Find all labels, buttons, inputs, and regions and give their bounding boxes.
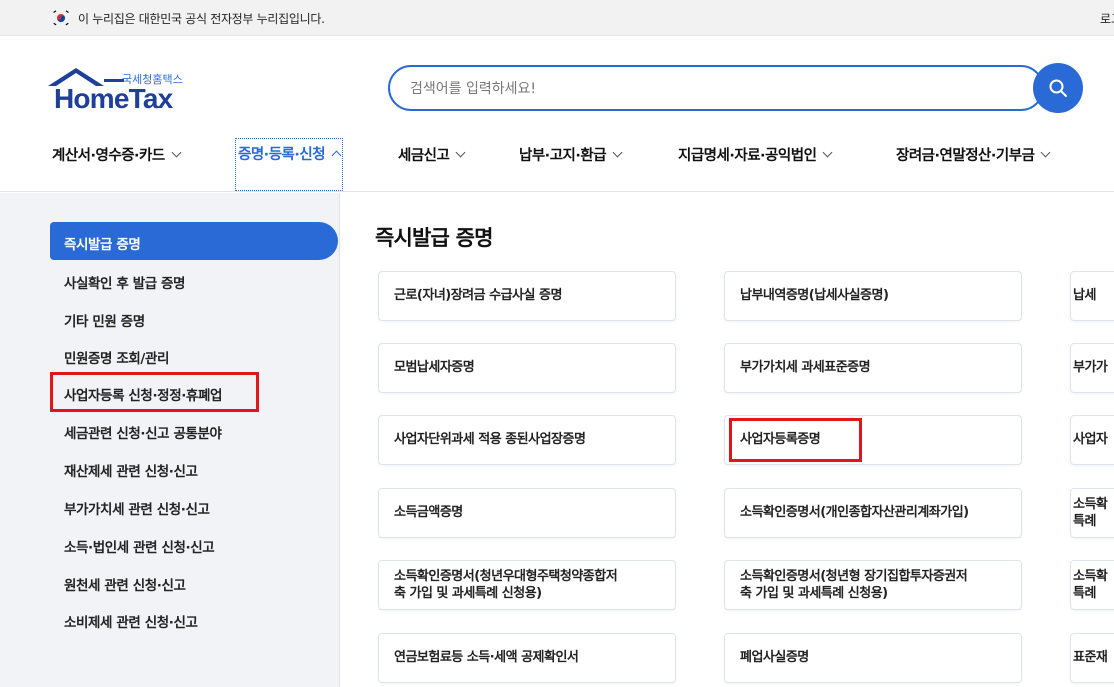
sidebar-item-vat[interactable]: 부가가치세 관련 신청·신고 — [64, 498, 210, 518]
gov-banner-text: 이 누리집은 대한민국 공식 전자정부 누리집입니다. — [78, 12, 325, 26]
sidebar-item-income-corporate[interactable]: 소득·법인세 관련 신청·신고 — [64, 536, 215, 556]
card-label: 부가가치세 과세표준증명 — [740, 360, 871, 375]
nav-payment-refund[interactable]: 납부·고지·환급 — [519, 144, 623, 165]
highlight-box — [50, 372, 259, 412]
taegukgi-flag-icon — [53, 10, 69, 26]
sidebar-item-other-civil[interactable]: 기타 민원 증명 — [64, 310, 145, 330]
sidebar-item-verified-certificate[interactable]: 사실확인 후 발급 증명 — [64, 272, 185, 292]
card-label: 납세 — [1073, 288, 1096, 303]
nav-label: 지급명세·자료·공익법인 — [678, 148, 817, 164]
chevron-down-icon — [171, 147, 182, 158]
certificate-card[interactable]: 소득확인증명서(개인종합자산관리계좌가입) — [724, 488, 1022, 538]
card-label: 사업자단위과세 적용 종된사업장증명 — [394, 432, 586, 447]
sidebar-item-consumption-tax[interactable]: 소비제세 관련 신청·신고 — [64, 611, 198, 631]
certificate-card[interactable]: 연금보험료등 소득·세액 공제확인서 — [378, 633, 676, 683]
certificate-card[interactable]: 표준재 — [1070, 633, 1114, 683]
gov-banner: 이 누리집은 대한민국 공식 전자정부 누리집입니다. 로그 — [0, 0, 1114, 36]
certificate-card[interactable]: 소득확인증명서(청년우대형주택청약종합저 축 가입 및 과세특례 신청용) — [378, 560, 676, 610]
certificate-card[interactable]: 소득확 특례 — [1070, 560, 1114, 610]
card-label: 소득확 특례 — [1073, 497, 1108, 529]
sidebar-item-civil-inquiry[interactable]: 민원증명 조회/관리 — [64, 347, 169, 367]
card-label: 소득확인증명서(개인종합자산관리계좌가입) — [740, 505, 969, 520]
chevron-down-icon — [822, 147, 833, 158]
nav-incentives-yearend[interactable]: 장려금·연말정산·기부금 — [896, 144, 1051, 165]
hometax-logo[interactable]: 국세청홈택스 HomeTax — [46, 66, 196, 116]
sidebar-item-label: 즉시발급 증명 — [64, 237, 141, 253]
certificate-card[interactable]: 납부내역증명(납세사실증명) — [724, 271, 1022, 321]
nav-label: 세금신고 — [398, 148, 450, 164]
card-label: 폐업사실증명 — [740, 650, 809, 665]
card-label: 근로(자녀)장려금 수급사실 증명 — [394, 288, 562, 303]
card-label: 부가가 — [1073, 360, 1108, 375]
chevron-down-icon — [612, 147, 623, 158]
card-label: 소득금액증명 — [394, 505, 463, 520]
login-link[interactable]: 로그 — [1100, 10, 1114, 27]
nav-label: 장려금·연말정산·기부금 — [896, 148, 1035, 164]
search-box — [388, 65, 1044, 111]
certificate-card[interactable]: 부가가치세 과세표준증명 — [724, 343, 1022, 393]
nav-payment-statements[interactable]: 지급명세·자료·공익법인 — [678, 144, 833, 165]
chevron-down-icon — [1040, 147, 1051, 158]
page-title: 즉시발급 증명 — [375, 226, 493, 250]
card-label: 사업자 — [1073, 432, 1108, 447]
main-nav: 계산서·영수증·카드 증명·등록·신청 세금신고 납부·고지·환급 지급명세·자… — [0, 132, 1114, 192]
certificate-card[interactable]: 납세 — [1070, 271, 1114, 321]
sidebar-item-property-tax[interactable]: 재산제세 관련 신청·신고 — [64, 460, 198, 480]
card-label: 소득확 특례 — [1073, 569, 1108, 601]
card-label: 소득확인증명서(청년우대형주택청약종합저 축 가입 및 과세특례 신청용) — [394, 569, 618, 601]
logo-wordmark: HomeTax — [54, 83, 173, 114]
nav-tax-filing[interactable]: 세금신고 — [398, 144, 466, 165]
sidebar-item-tax-common[interactable]: 세금관련 신청·신고 공통분야 — [64, 422, 222, 442]
search-input[interactable] — [410, 78, 970, 100]
sidebar-item-withholding[interactable]: 원천세 관련 신청·신고 — [64, 574, 186, 594]
search-button[interactable] — [1033, 63, 1083, 113]
nav-invoice-receipt-card[interactable]: 계산서·영수증·카드 — [52, 144, 182, 165]
certificate-card[interactable]: 모범납세자증명 — [378, 343, 676, 393]
certificate-card[interactable]: 소득금액증명 — [378, 488, 676, 538]
card-label: 소득확인증명서(청년형 장기집합투자증권저 축 가입 및 과세특례 신청용) — [740, 569, 968, 601]
certificate-card[interactable]: 사업자 — [1070, 415, 1114, 465]
search-icon — [1049, 79, 1067, 97]
card-label: 연금보험료등 소득·세액 공제확인서 — [394, 650, 579, 665]
card-label: 모범납세자증명 — [394, 360, 475, 375]
certificate-card[interactable]: 소득확 특례 — [1070, 488, 1114, 538]
nav-label: 납부·고지·환급 — [519, 148, 607, 164]
certificate-card[interactable]: 사업자단위과세 적용 종된사업장증명 — [378, 415, 676, 465]
certificate-card[interactable]: 근로(자녀)장려금 수급사실 증명 — [378, 271, 676, 321]
nav-certificate-registration[interactable]: 증명·등록·신청 — [235, 138, 344, 191]
certificate-card[interactable]: 폐업사실증명 — [724, 633, 1022, 683]
nav-label: 계산서·영수증·카드 — [52, 148, 165, 164]
highlight-box — [729, 418, 862, 462]
chevron-down-icon — [455, 147, 466, 158]
card-label: 표준재 — [1073, 650, 1108, 665]
certificate-card[interactable]: 소득확인증명서(청년형 장기집합투자증권저 축 가입 및 과세특례 신청용) — [724, 560, 1022, 610]
certificate-card[interactable]: 부가가 — [1070, 343, 1114, 393]
chevron-up-icon — [331, 150, 342, 161]
nav-label: 증명·등록·신청 — [238, 147, 326, 163]
card-label: 납부내역증명(납세사실증명) — [740, 288, 889, 303]
